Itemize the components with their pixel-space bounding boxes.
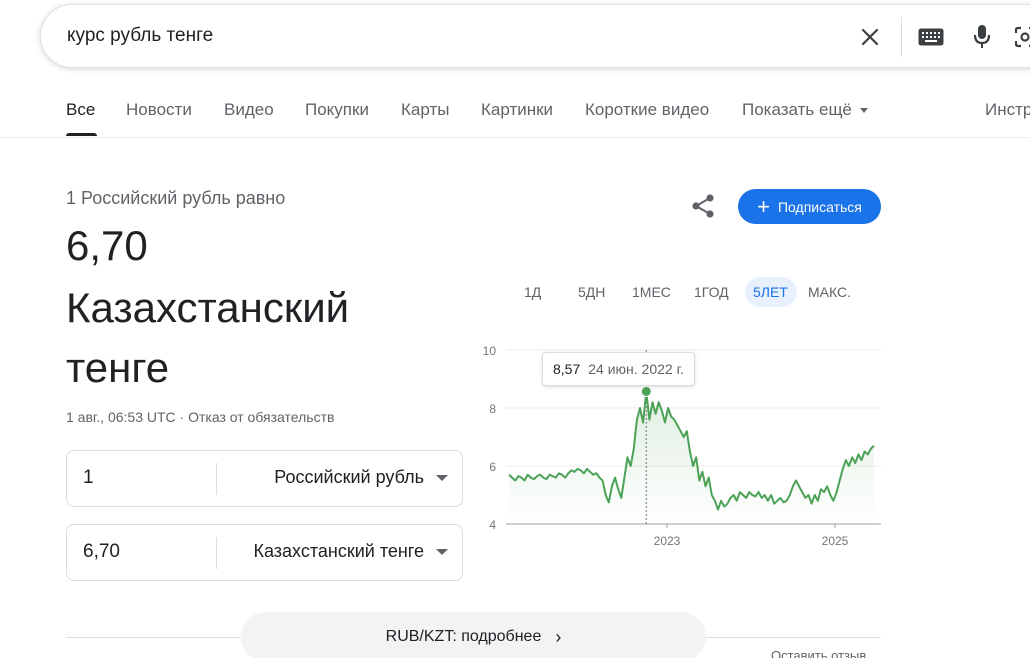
lens-icon[interactable]	[1011, 23, 1030, 51]
tab-more-label: Показать ещё	[742, 100, 852, 119]
range-5y[interactable]: 5ЛЕТ	[753, 284, 788, 300]
chart-tooltip: 8,57 24 июн. 2022 г.	[542, 352, 695, 386]
plus-icon: +	[757, 193, 770, 219]
share-icon[interactable]	[690, 193, 716, 219]
equals-text: 1 Российский рубль равно	[66, 188, 286, 208]
more-details-label: RUB/KZT: подробнее	[385, 628, 542, 645]
tab-tools[interactable]: Инстр	[985, 100, 1030, 120]
tab-all[interactable]: Все	[66, 100, 95, 120]
target-currency-name: Казахстанский тенге	[66, 284, 350, 391]
tab-news[interactable]: Новости	[126, 100, 192, 120]
search-divider	[901, 17, 902, 57]
from-currency-row: 1 Российский рубль	[66, 450, 463, 507]
keyboard-icon[interactable]	[917, 23, 945, 51]
to-currency-select[interactable]: Казахстанский тенге	[253, 541, 424, 562]
exchange-rate-value: 6,70	[66, 222, 148, 269]
more-details-button[interactable]: RUB/KZT: подробнее ›	[241, 612, 706, 658]
range-1m[interactable]: 1МЕС	[632, 284, 671, 300]
chevron-right-icon: ›	[555, 626, 562, 647]
microphone-icon[interactable]	[968, 23, 996, 51]
tab-videos[interactable]: Видео	[224, 100, 274, 120]
tab-shopping[interactable]: Покупки	[305, 100, 369, 120]
y-tick-label: 8	[489, 402, 496, 416]
search-input[interactable]: курс рубль тенге	[67, 25, 213, 47]
range-1y[interactable]: 1ГОД	[694, 284, 729, 300]
tooltip-value: 8,57	[553, 361, 581, 377]
dropdown-arrow-icon[interactable]	[436, 549, 448, 555]
dropdown-arrow-icon[interactable]	[436, 475, 448, 481]
search-tabs: Все Новости Видео Покупки Карты Картинки…	[0, 88, 1030, 138]
y-tick-label: 6	[489, 460, 496, 474]
from-amount-input[interactable]: 1	[83, 467, 94, 489]
highlight-point	[640, 385, 652, 397]
range-max[interactable]: МАКС.	[808, 284, 851, 300]
tab-maps[interactable]: Карты	[401, 100, 449, 120]
to-currency-row: 6,70 Казахстанский тенге	[66, 524, 463, 581]
clear-icon[interactable]	[856, 23, 884, 51]
y-tick-label: 4	[489, 518, 496, 532]
y-tick-label: 10	[483, 344, 497, 358]
caret-down-icon	[859, 108, 868, 114]
x-tick-label: 2023	[654, 534, 681, 548]
tooltip-date: 24 июн. 2022 г.	[588, 361, 684, 377]
feedback-link[interactable]: Оставить отзыв	[771, 648, 866, 658]
divider	[216, 537, 217, 569]
range-5d[interactable]: 5ДН	[578, 284, 605, 300]
x-tick-label: 2025	[822, 534, 849, 548]
tab-more[interactable]: Показать ещё	[742, 100, 868, 120]
search-box[interactable]: курс рубль тенге	[40, 4, 1030, 68]
range-1d[interactable]: 1Д	[524, 284, 541, 300]
divider	[216, 463, 217, 495]
active-tab-indicator	[66, 133, 97, 136]
timestamp-disclaimer: 1 авг., 06:53 UTC · Отказ от обязательст…	[66, 409, 335, 425]
to-amount-input[interactable]: 6,70	[83, 541, 120, 563]
tab-short-videos[interactable]: Короткие видео	[585, 100, 709, 120]
from-currency-select[interactable]: Российский рубль	[274, 467, 424, 488]
subscribe-button[interactable]: + Подписаться	[738, 189, 881, 224]
tab-images[interactable]: Картинки	[481, 100, 553, 120]
subscribe-label: Подписаться	[777, 198, 862, 215]
